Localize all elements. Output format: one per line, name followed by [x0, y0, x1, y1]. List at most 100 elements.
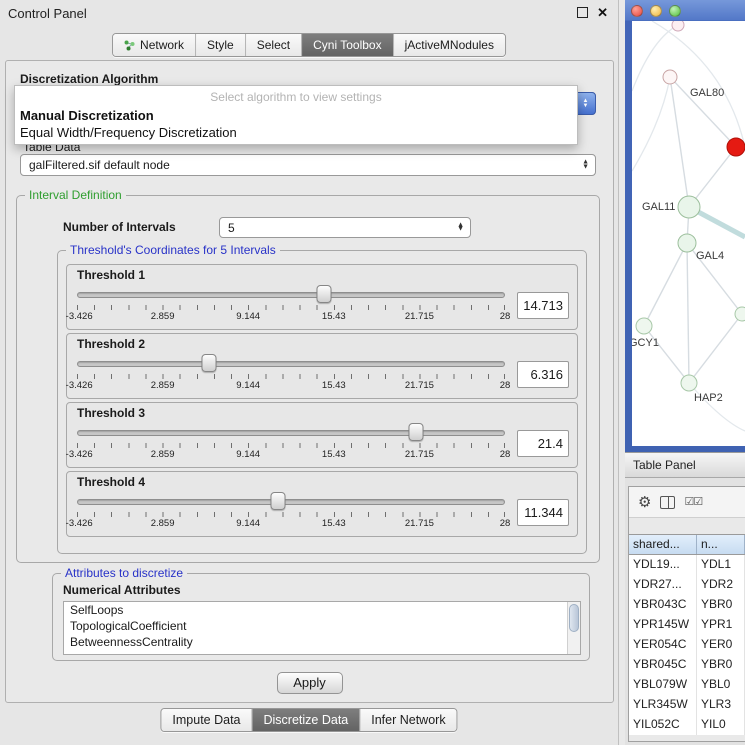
node-selected-red[interactable]	[727, 138, 745, 156]
table-cell[interactable]: YDR2	[697, 575, 745, 595]
table-row[interactable]: YDL19... YDL1	[629, 555, 745, 575]
threshold-value-field[interactable]: 14.713	[517, 292, 569, 319]
discretization-algorithm-label: Discretization Algorithm	[20, 72, 158, 86]
table-cell[interactable]: YLR3	[697, 695, 745, 715]
close-icon[interactable]: ✕	[597, 7, 608, 18]
table-row[interactable]: YDR27... YDR2	[629, 575, 745, 595]
threshold-slider[interactable]: -3.426 2.859 9.144 15.43 21.715 28	[75, 352, 507, 396]
slider-thumb[interactable]	[409, 423, 424, 441]
table-data-combobox[interactable]: galFiltered.sif default node ▲▼	[20, 154, 596, 176]
threshold-slider[interactable]: -3.426 2.859 9.144 15.43 21.715 28	[75, 421, 507, 465]
table-row[interactable]: YIL052C YIL0	[629, 715, 745, 735]
table-row[interactable]: YER054C YER0	[629, 635, 745, 655]
apply-button[interactable]: Apply	[277, 672, 343, 694]
table-cell[interactable]: YPR145W	[629, 615, 697, 635]
threshold-slider[interactable]: -3.426 2.859 9.144 15.43 21.715 28	[75, 283, 507, 327]
zoom-traffic-light-icon[interactable]	[669, 5, 681, 17]
dropdown-hint-item[interactable]: Select algorithm to view settings	[15, 86, 577, 107]
slider-thumb[interactable]	[317, 285, 332, 303]
dropdown-option-manual-discretization[interactable]: Manual Discretization	[15, 107, 577, 124]
table-cell[interactable]: YBL0	[697, 675, 745, 695]
attributes-group-title: Attributes to discretize	[61, 566, 187, 580]
node-gcy1[interactable]	[636, 318, 652, 334]
table-panel-body: ⚙ ☑☑ shared... n... YDL19... YDL1 YDR27.…	[625, 478, 745, 745]
node-hap2[interactable]	[681, 375, 697, 391]
table-cell[interactable]: YER054C	[629, 635, 697, 655]
node-table: shared... n... YDL19... YDL1 YDR27... YD…	[629, 534, 745, 735]
column-header-name[interactable]: n...	[697, 535, 745, 554]
tab-impute-data[interactable]: Impute Data	[161, 709, 251, 731]
threshold-panel-1: Threshold 1 -3.426 2.859 9.144	[66, 264, 578, 330]
slider-track[interactable]	[77, 430, 505, 436]
scrollbar-thumb[interactable]	[569, 604, 579, 632]
tab-style[interactable]: Style	[195, 34, 245, 56]
table-cell[interactable]: YIL0	[697, 715, 745, 735]
threshold-slider[interactable]: -3.426 2.859 9.144 15.43 21.715 28	[75, 490, 507, 534]
slider-tick-labels: -3.426 2.859 9.144 15.43 21.715 28	[77, 311, 505, 323]
table-cell[interactable]: YPR1	[697, 615, 745, 635]
list-item[interactable]: BetweennessCentrality	[64, 634, 580, 650]
combobox-arrows-icon[interactable]: ▲▼	[575, 92, 596, 115]
network-view-window: GAL80 GAL11 GAL4 GCY1 HAP2	[625, 0, 745, 452]
node-gal4[interactable]	[678, 234, 696, 252]
slider-track[interactable]	[77, 361, 505, 367]
table-cell[interactable]: YDL1	[697, 555, 745, 575]
table-cell[interactable]: YBL079W	[629, 675, 697, 695]
node-label-gal11: GAL11	[642, 201, 675, 213]
threshold-label: Threshold 1	[77, 268, 569, 283]
slider-track[interactable]	[77, 499, 505, 505]
table-cell[interactable]: YBR0	[697, 655, 745, 675]
table-row[interactable]: YLR345W YLR3	[629, 695, 745, 715]
slider-track[interactable]	[77, 292, 505, 298]
numerical-attributes-list: SelfLoops TopologicalCoefficient Between…	[63, 601, 581, 655]
threshold-value-field[interactable]: 21.4	[517, 430, 569, 457]
table-cell[interactable]: YDL19...	[629, 555, 697, 575]
slider-tick-labels: -3.426 2.859 9.144 15.43 21.715 28	[77, 380, 505, 392]
node-gal80[interactable]	[663, 70, 677, 84]
node[interactable]	[672, 21, 684, 31]
network-icon	[124, 40, 135, 51]
node-gal11[interactable]	[678, 196, 700, 218]
table-cell[interactable]: YLR345W	[629, 695, 697, 715]
threshold-value-field[interactable]: 6.316	[517, 361, 569, 388]
table-panel-title: Table Panel	[633, 458, 696, 472]
tab-infer-network[interactable]: Infer Network	[359, 709, 456, 731]
tab-cyni-toolbox[interactable]: Cyni Toolbox	[301, 34, 392, 56]
table-cell[interactable]: YBR045C	[629, 655, 697, 675]
tab-discretize-data[interactable]: Discretize Data	[252, 709, 360, 731]
list-scrollbar[interactable]	[567, 602, 580, 654]
control-panel-window: Control Panel ✕ Network Style Select Cyn…	[0, 0, 619, 745]
network-graph	[632, 21, 745, 446]
minimize-traffic-light-icon[interactable]	[650, 5, 662, 17]
table-row[interactable]: YBR045C YBR0	[629, 655, 745, 675]
network-canvas[interactable]: GAL80 GAL11 GAL4 GCY1 HAP2	[632, 21, 745, 446]
table-row[interactable]: YBR043C YBR0	[629, 595, 745, 615]
settings-gear-icon[interactable]: ⚙	[638, 495, 651, 510]
list-item[interactable]: TopologicalCoefficient	[64, 618, 580, 634]
table-row[interactable]: YBL079W YBL0	[629, 675, 745, 695]
table-row[interactable]: YPR145W YPR1	[629, 615, 745, 635]
table-cell[interactable]: YDR27...	[629, 575, 697, 595]
column-header-shared-name[interactable]: shared...	[629, 535, 697, 554]
table-cell[interactable]: YER0	[697, 635, 745, 655]
slider-thumb[interactable]	[201, 354, 216, 372]
table-cell[interactable]: YBR043C	[629, 595, 697, 615]
select-columns-checkbox-icon[interactable]: ☑☑	[684, 497, 702, 508]
number-of-intervals-combobox[interactable]: 5 ▲▼	[219, 217, 471, 238]
table-cell[interactable]: YIL052C	[629, 715, 697, 735]
close-traffic-light-icon[interactable]	[631, 5, 643, 17]
list-item[interactable]: SelfLoops	[64, 602, 580, 618]
screen: Control Panel ✕ Network Style Select Cyn…	[0, 0, 745, 745]
dropdown-option-equal-width[interactable]: Equal Width/Frequency Discretization	[15, 124, 577, 141]
table-cell[interactable]: YBR0	[697, 595, 745, 615]
tab-network[interactable]: Network	[113, 34, 195, 56]
threshold-label: Threshold 2	[77, 337, 569, 352]
column-layout-icon[interactable]	[660, 496, 675, 509]
threshold-value-field[interactable]: 11.344	[517, 499, 569, 526]
tab-select[interactable]: Select	[245, 34, 301, 56]
slider-thumb[interactable]	[271, 492, 286, 510]
node[interactable]	[735, 307, 745, 321]
tab-jactivemnodules[interactable]: jActiveMNodules	[393, 34, 505, 56]
float-window-icon[interactable]	[577, 7, 588, 18]
node-table-window: ⚙ ☑☑ shared... n... YDL19... YDL1 YDR27.…	[628, 486, 745, 742]
